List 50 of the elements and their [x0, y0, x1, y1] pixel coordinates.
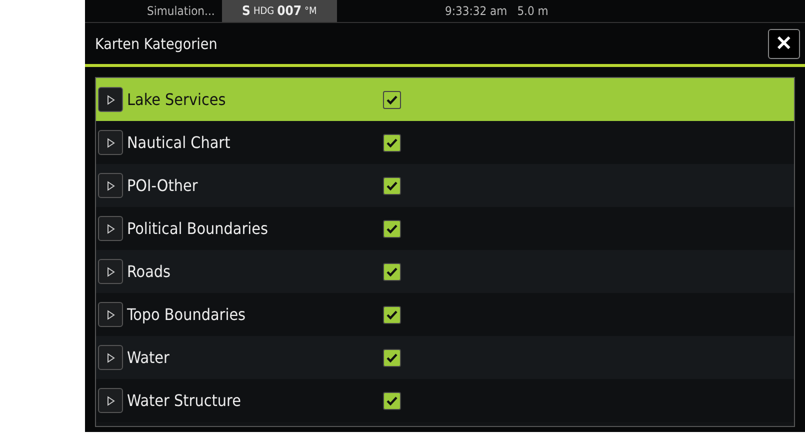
- checkmark-icon: [386, 266, 398, 276]
- expand-icon: [106, 352, 114, 362]
- expand-button[interactable]: [98, 173, 123, 198]
- checkbox[interactable]: [383, 220, 401, 238]
- expand-button[interactable]: [98, 259, 123, 284]
- checkbox[interactable]: [383, 262, 401, 280]
- checkmark-icon: [386, 396, 398, 406]
- category-label: Water: [127, 348, 170, 367]
- expand-icon: [106, 138, 114, 148]
- category-label: Topo Boundaries: [127, 305, 247, 324]
- expand-icon: [106, 180, 114, 190]
- checkbox[interactable]: [383, 306, 401, 324]
- checkmark-icon: [386, 180, 398, 190]
- checkbox[interactable]: [383, 90, 401, 108]
- expand-icon: [106, 94, 114, 104]
- checkbox[interactable]: [383, 134, 401, 152]
- category-row[interactable]: Lake Services: [96, 78, 794, 121]
- checkmark-icon: [386, 224, 398, 234]
- expand-icon: [106, 396, 114, 406]
- checkmark-icon: [386, 138, 398, 148]
- expand-icon: [106, 266, 114, 276]
- category-row[interactable]: POI-Other: [96, 164, 794, 207]
- category-label: POI-Other: [127, 176, 199, 195]
- checkmark-icon: [386, 94, 398, 104]
- close-button[interactable]: ✕: [768, 28, 800, 58]
- depth-text: 5.0 m: [517, 4, 548, 18]
- category-label: Nautical Chart: [127, 133, 232, 152]
- expand-button[interactable]: [98, 345, 123, 370]
- dialog-title: Karten Kategorien: [95, 34, 218, 52]
- category-label: Lake Services: [127, 90, 227, 109]
- checkbox[interactable]: [383, 392, 401, 410]
- category-label: Roads: [127, 262, 172, 281]
- expand-icon: [106, 224, 114, 234]
- checkmark-icon: [386, 352, 398, 362]
- expand-button[interactable]: [98, 216, 123, 241]
- expand-button[interactable]: [98, 302, 123, 327]
- status-text: Simulation...: [147, 4, 216, 18]
- checkbox[interactable]: [383, 348, 401, 366]
- checkbox[interactable]: [383, 176, 401, 194]
- category-row[interactable]: Water: [96, 336, 794, 379]
- time-text: 9:33:32 am: [445, 4, 508, 18]
- category-label: Water Structure: [127, 391, 242, 410]
- expand-button[interactable]: [98, 130, 123, 155]
- category-row[interactable]: Roads: [96, 250, 794, 293]
- expand-button[interactable]: [98, 388, 123, 413]
- expand-icon: [106, 310, 114, 320]
- checkmark-icon: [386, 310, 398, 320]
- expand-button[interactable]: [98, 87, 123, 112]
- heading-readout: S HDG 007 °M: [222, 0, 337, 22]
- category-label: Political Boundaries: [127, 219, 270, 238]
